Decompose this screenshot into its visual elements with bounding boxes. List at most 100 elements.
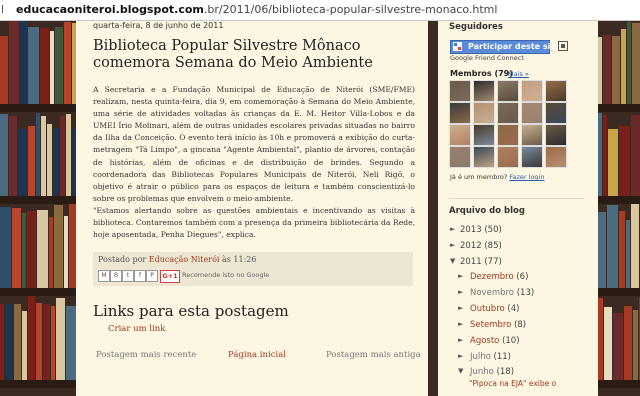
book-spine [66, 114, 71, 196]
member-avatar[interactable] [449, 102, 471, 124]
book-spine [603, 115, 607, 196]
home-page-link[interactable]: Página inicial [228, 350, 286, 360]
members-count: Membros (79) Mais » [450, 69, 529, 78]
expand-arrow-icon[interactable]: ► [450, 241, 455, 249]
member-avatar[interactable] [545, 80, 567, 102]
book-spine [56, 298, 65, 380]
book-spine [28, 27, 39, 104]
book-spine [54, 205, 63, 288]
post-body: A Secretaria e a Fundação Municipal de E… [93, 84, 415, 241]
shelf-board [0, 196, 76, 204]
post-title[interactable]: Biblioteca Popular Silvestre Mônaco come… [93, 38, 418, 72]
bookshelf-background-right [598, 20, 640, 396]
member-avatar[interactable] [449, 80, 471, 102]
older-post-link[interactable]: Postagem mais antiga [326, 350, 421, 360]
book-spine [619, 126, 630, 196]
expand-arrow-icon[interactable]: ► [458, 320, 463, 328]
member-avatar[interactable] [521, 124, 543, 146]
book-spine [43, 304, 50, 380]
book-spine [0, 36, 8, 104]
blogthis-share-icon[interactable]: B [110, 270, 122, 282]
links-heading: Links para esta postagem [93, 302, 289, 320]
member-avatar[interactable] [473, 80, 495, 102]
book-spine [64, 216, 68, 288]
book-spine [22, 311, 27, 380]
book-spine [5, 304, 13, 380]
shelf-board [598, 196, 640, 204]
login-link[interactable]: Fazer login [509, 173, 544, 181]
shelf-board [598, 104, 640, 112]
book-spine [47, 124, 52, 196]
book-spine [60, 116, 65, 196]
book-spine [598, 113, 602, 196]
member-avatar[interactable] [497, 102, 519, 124]
member-avatar[interactable] [449, 146, 471, 168]
member-avatar[interactable] [545, 146, 567, 168]
post-time-link[interactable]: 11:26 [233, 255, 256, 264]
author-link[interactable]: Educação Niterói [149, 255, 220, 264]
sidebar: Seguidores Participar deste site Google … [438, 20, 598, 396]
book-spine [14, 304, 21, 380]
book-spine [619, 211, 625, 288]
book-spine [36, 303, 42, 380]
book-spine [627, 22, 631, 104]
archive-heading: Arquivo do blog [449, 206, 525, 216]
member-avatar[interactable] [473, 146, 495, 168]
member-avatar[interactable] [449, 124, 471, 146]
book-spine [631, 204, 639, 288]
newer-post-link[interactable]: Postagem mais recente [96, 350, 196, 360]
pinterest-share-icon[interactable]: P [146, 270, 158, 282]
book-spine [633, 310, 638, 380]
post-paragraph: "Estamos alertando sobre as questões amb… [93, 205, 415, 240]
member-avatar[interactable] [473, 124, 495, 146]
member-avatar[interactable] [545, 102, 567, 124]
collapse-arrow-icon[interactable]: ▼ [450, 257, 455, 265]
create-link[interactable]: Criar um link [108, 324, 165, 334]
gplus-one-button[interactable]: G+1 [160, 270, 180, 283]
expand-arrow-icon[interactable]: ► [458, 352, 463, 360]
shelf-board [598, 380, 640, 388]
book-spine [607, 205, 618, 288]
member-avatar[interactable] [521, 80, 543, 102]
followers-heading: Seguidores [449, 22, 503, 32]
member-avatar[interactable] [545, 124, 567, 146]
more-members-link[interactable]: Mais » [508, 70, 529, 78]
member-avatar[interactable] [497, 80, 519, 102]
shelf-board [598, 288, 640, 296]
member-avatar[interactable] [521, 102, 543, 124]
book-spine [49, 217, 53, 288]
address-bar[interactable]: educacaoniteroi.blogspot.com.br/2011/06/… [0, 0, 640, 21]
facebook-share-icon[interactable]: f [134, 270, 146, 282]
url-text[interactable]: educacaoniteroi.blogspot.com.br/2011/06/… [16, 3, 497, 16]
book-spine [20, 21, 27, 104]
twitter-share-icon[interactable]: t [122, 270, 134, 282]
expand-arrow-icon[interactable]: ► [458, 272, 463, 280]
book-spine [9, 116, 17, 196]
expand-arrow-icon[interactable]: ► [450, 225, 455, 233]
book-spine [598, 298, 603, 380]
expand-arrow-icon[interactable]: ► [458, 304, 463, 312]
archive-post-link[interactable]: "Pipoca na EJA" exibe o [469, 379, 556, 388]
book-spine [0, 304, 4, 380]
email-share-icon[interactable]: M [98, 270, 110, 282]
book-spine [613, 313, 623, 380]
book-spine [40, 28, 49, 104]
post-paragraph: A Secretaria e a Fundação Municipal de E… [93, 85, 415, 203]
member-avatar[interactable] [473, 102, 495, 124]
gfc-label: Google Friend Connect [450, 54, 524, 62]
member-avatar[interactable] [521, 146, 543, 168]
book-spine [608, 129, 618, 196]
member-question: Já é um membro? Fazer login [450, 173, 545, 181]
posted-by: Postado por Educação Niterói às 11:26 [98, 255, 257, 264]
member-avatar[interactable] [497, 146, 519, 168]
member-avatar[interactable] [497, 124, 519, 146]
options-icon[interactable] [558, 41, 568, 51]
expand-arrow-icon[interactable]: ► [458, 288, 463, 296]
collapse-arrow-icon[interactable]: ▼ [458, 367, 463, 375]
expand-arrow-icon[interactable]: ► [458, 336, 463, 344]
book-spine [598, 212, 606, 288]
bookshelf-background-left [0, 20, 76, 396]
follow-button[interactable]: Participar deste site [450, 40, 560, 54]
book-spine [604, 307, 612, 380]
book-spine [632, 23, 640, 104]
